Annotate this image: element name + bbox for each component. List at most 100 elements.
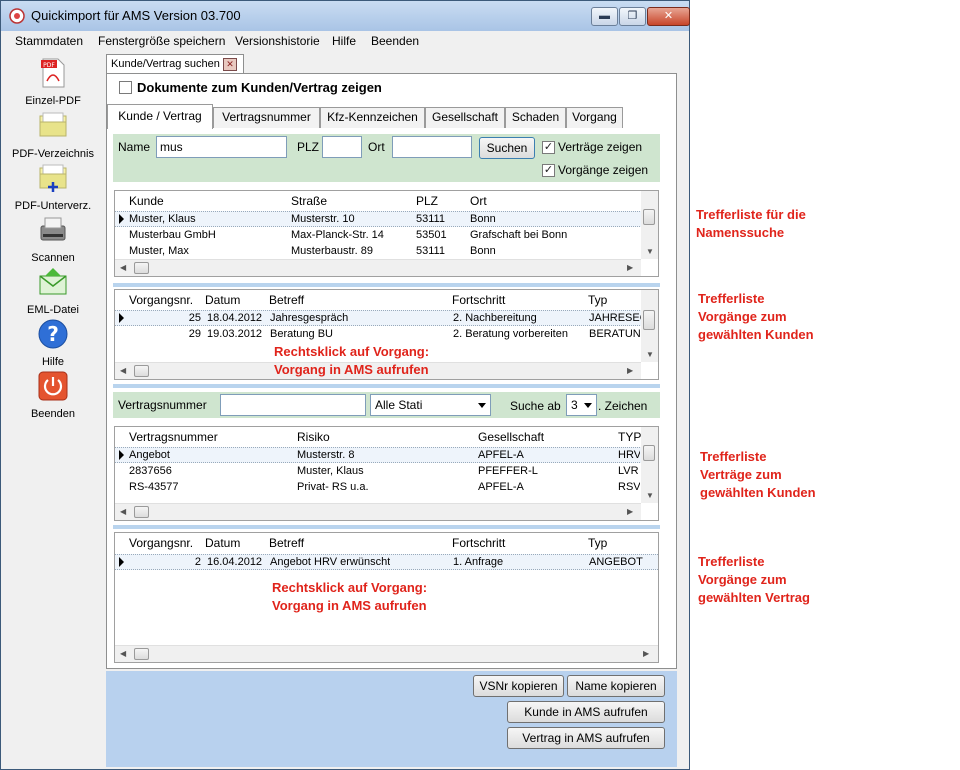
table-row[interactable]: Angebot Musterstr. 8 APFEL-A HRV xyxy=(115,447,658,463)
scroll-thumb[interactable] xyxy=(134,648,149,660)
header-plz[interactable]: PLZ xyxy=(416,194,438,208)
horizontal-scrollbar[interactable]: ◀ ▶ xyxy=(115,645,658,662)
scroll-down-icon[interactable]: ▼ xyxy=(646,491,654,500)
vertical-scrollbar[interactable]: ▼ xyxy=(641,191,658,259)
menu-fenstergroesse[interactable]: Fenstergröße speichern xyxy=(98,34,225,48)
splitter[interactable] xyxy=(113,525,660,529)
min-chars-select[interactable]: 3 xyxy=(566,394,597,416)
table-row[interactable]: 2 16.04.2012 Angebot HRV erwünscht 1. An… xyxy=(115,554,658,570)
menu-beenden[interactable]: Beenden xyxy=(371,34,419,48)
header-datum[interactable]: Datum xyxy=(205,293,240,307)
table-row[interactable]: Musterbau GmbH Max-Planck-Str. 14 53501 … xyxy=(115,228,658,244)
splitter[interactable] xyxy=(113,283,660,287)
table-row[interactable]: 29 19.03.2012 Beratung BU 2. Beratung vo… xyxy=(115,327,658,343)
header-strasse[interactable]: Straße xyxy=(291,194,327,208)
header-datum[interactable]: Datum xyxy=(205,536,240,550)
scroll-thumb[interactable] xyxy=(643,445,655,461)
scroll-left-icon[interactable]: ◀ xyxy=(120,507,126,516)
menu-versionshistorie[interactable]: Versionshistorie xyxy=(235,34,320,48)
header-fortschritt[interactable]: Fortschritt xyxy=(452,536,505,550)
folder-icon xyxy=(39,112,67,137)
sidebar-item-hilfe[interactable]: ? Hilfe xyxy=(7,318,99,368)
open-contract-button[interactable]: Vertrag in AMS aufrufen xyxy=(507,727,665,749)
sidebar-item-einzel-pdf[interactable]: PDF Einzel-PDF xyxy=(7,57,99,107)
tab-kunde-vertrag[interactable]: Kunde / Vertrag xyxy=(107,104,213,129)
header-betreff[interactable]: Betreff xyxy=(269,536,304,550)
splitter[interactable] xyxy=(113,384,660,388)
scroll-left-icon[interactable]: ◀ xyxy=(120,263,126,272)
vertical-scrollbar[interactable]: ▼ xyxy=(641,290,658,362)
scroll-right-icon[interactable]: ▶ xyxy=(627,263,633,272)
cell-kunde: Musterbau GmbH xyxy=(129,229,216,241)
header-vorgangsnr[interactable]: Vorgangsnr. xyxy=(129,293,193,307)
ort-input[interactable] xyxy=(392,136,472,158)
status-select[interactable]: Alle Stati xyxy=(370,394,491,416)
header-fortschritt[interactable]: Fortschritt xyxy=(452,293,505,307)
horizontal-scrollbar[interactable]: ◀ ▶ xyxy=(115,503,641,520)
sidebar-item-eml-datei[interactable]: EML-Datei xyxy=(7,266,99,316)
table-row[interactable]: 25 18.04.2012 Jahresgespräch 2. Nachbere… xyxy=(115,310,658,326)
scroll-thumb[interactable] xyxy=(134,262,149,274)
menu-hilfe[interactable]: Hilfe xyxy=(332,34,356,48)
tab-vertragsnummer[interactable]: Vertragsnummer xyxy=(213,107,320,128)
contract-number-input[interactable] xyxy=(220,394,366,416)
close-icon[interactable]: ✕ xyxy=(223,58,237,71)
sidebar-item-pdf-verzeichnis[interactable]: PDF-Verzeichnis xyxy=(7,110,99,160)
search-button[interactable]: Suchen xyxy=(479,137,535,159)
open-customer-button[interactable]: Kunde in AMS aufrufen xyxy=(507,701,665,723)
maximize-button[interactable]: ❐ xyxy=(619,7,646,26)
header-vertragsnummer[interactable]: Vertragsnummer xyxy=(129,430,218,444)
header-gesellschaft[interactable]: Gesellschaft xyxy=(478,430,544,444)
scroll-down-icon[interactable]: ▼ xyxy=(646,247,654,256)
table-row[interactable]: Muster, Max Musterbaustr. 89 53111 Bonn xyxy=(115,244,658,260)
plz-input[interactable] xyxy=(322,136,362,158)
scroll-thumb[interactable] xyxy=(643,310,655,330)
copy-vsnr-button[interactable]: VSNr kopieren xyxy=(473,675,564,697)
horizontal-scrollbar[interactable]: ◀ ▶ xyxy=(115,259,641,276)
scroll-left-icon[interactable]: ◀ xyxy=(120,366,126,375)
header-typ[interactable]: Typ xyxy=(588,536,607,550)
menu-stammdaten[interactable]: Stammdaten xyxy=(15,34,83,48)
sidebar-item-beenden[interactable]: Beenden xyxy=(7,370,99,420)
table-row[interactable]: Muster, Klaus Musterstr. 10 53111 Bonn xyxy=(115,211,658,227)
tab-kfz-kennzeichen[interactable]: Kfz-Kennzeichen xyxy=(320,107,425,128)
scroll-right-icon[interactable]: ▶ xyxy=(627,366,633,375)
tab-vorgang[interactable]: Vorgang xyxy=(566,107,623,128)
table-row[interactable]: 2837656 Muster, Klaus PFEFFER-L LVR xyxy=(115,464,658,480)
header-typ[interactable]: TYP xyxy=(618,430,641,444)
title-bar[interactable]: Quickimport für AMS Version 03.700 ▬ ❐ ✕ xyxy=(1,1,690,31)
table-row[interactable]: RS-43577 Privat- RS u.a. APFEL-A RSV xyxy=(115,480,658,496)
sidebar-item-pdf-unterverz[interactable]: PDF-Unterverz. xyxy=(7,162,99,212)
scroll-down-icon[interactable]: ▼ xyxy=(646,350,654,359)
contracts-checkbox[interactable]: ✓ xyxy=(542,141,555,154)
docs-checkbox[interactable] xyxy=(119,81,132,94)
header-ort[interactable]: Ort xyxy=(470,194,487,208)
scroll-thumb[interactable] xyxy=(643,209,655,225)
header-typ[interactable]: Typ xyxy=(588,293,607,307)
scroll-thumb[interactable] xyxy=(134,506,149,518)
chevron-down-icon xyxy=(478,403,486,408)
tab-kunde-vertrag-suchen[interactable]: Kunde/Vertrag suchen ✕ xyxy=(106,54,244,74)
tab-gesellschaft[interactable]: Gesellschaft xyxy=(425,107,505,128)
header-kunde[interactable]: Kunde xyxy=(129,194,164,208)
cell-plz: 53111 xyxy=(416,213,445,225)
annotation-rightclick-4: Vorgang in AMS aufrufen xyxy=(272,598,427,613)
processes-checkbox[interactable]: ✓ xyxy=(542,164,555,177)
minimize-button[interactable]: ▬ xyxy=(591,7,618,26)
header-vorgangsnr[interactable]: Vorgangsnr. xyxy=(129,536,193,550)
tab-schaden[interactable]: Schaden xyxy=(505,107,566,128)
tab-label: Kunde/Vertrag suchen xyxy=(111,58,220,70)
scroll-right-icon[interactable]: ▶ xyxy=(643,649,649,658)
sidebar-item-scannen[interactable]: Scannen xyxy=(7,214,99,264)
name-input[interactable]: mus xyxy=(156,136,287,158)
header-risiko[interactable]: Risiko xyxy=(297,430,330,444)
grid-header: Kunde Straße PLZ Ort xyxy=(115,191,658,211)
header-betreff[interactable]: Betreff xyxy=(269,293,304,307)
scroll-thumb[interactable] xyxy=(134,365,149,377)
annotation-rightclick-2: Vorgang in AMS aufrufen xyxy=(274,362,429,377)
scroll-right-icon[interactable]: ▶ xyxy=(627,507,633,516)
close-button[interactable]: ✕ xyxy=(647,7,690,26)
copy-name-button[interactable]: Name kopieren xyxy=(567,675,665,697)
scroll-left-icon[interactable]: ◀ xyxy=(120,649,126,658)
vertical-scrollbar[interactable]: ▼ xyxy=(641,427,658,503)
